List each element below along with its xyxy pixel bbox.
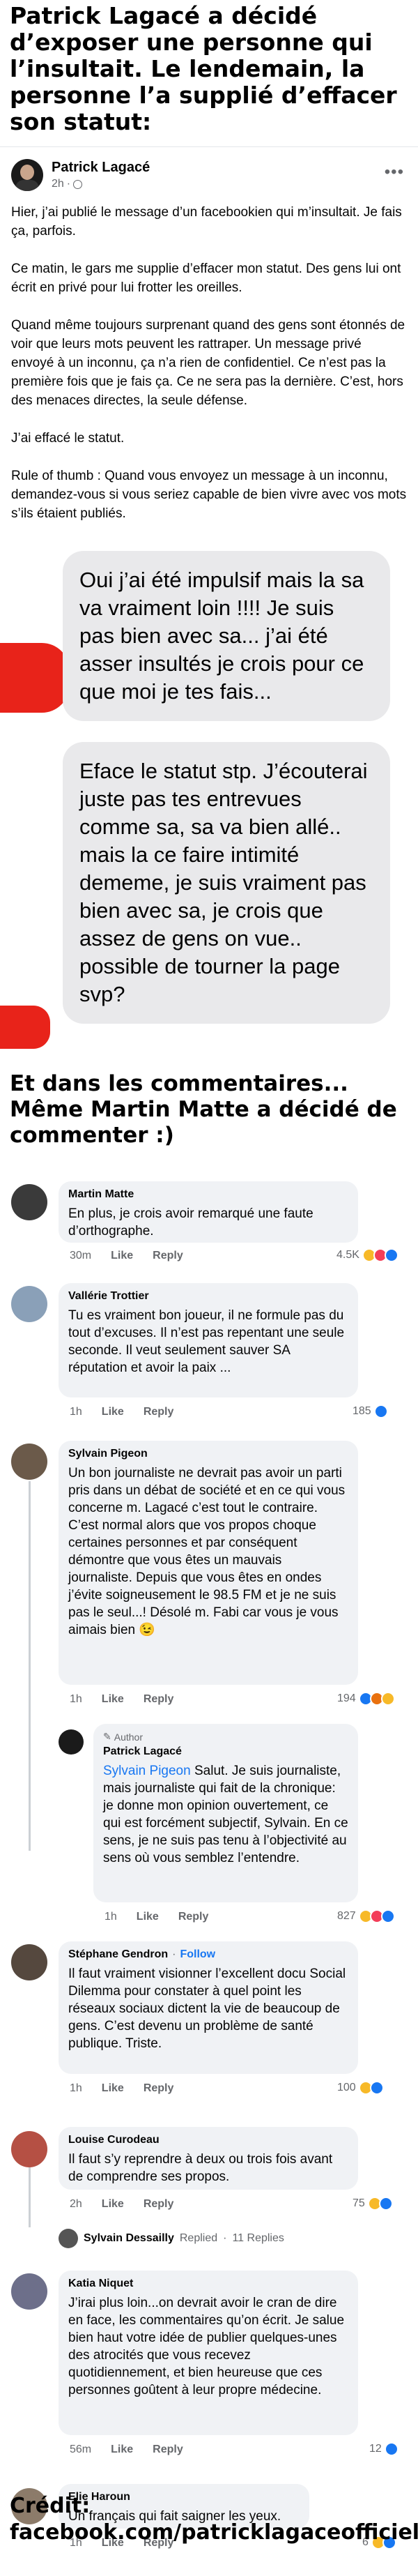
comment-text: En plus, je crois avoir remarqué une fau… [68, 1206, 314, 1238]
reaction-summary[interactable]: 827 [337, 1909, 395, 1923]
reaction-summary[interactable]: 100 [337, 2081, 384, 2095]
comment-text: J’irai plus loin...on devrait avoir le c… [68, 2296, 345, 2397]
like-button[interactable]: Like [111, 2444, 133, 2456]
comment-time[interactable]: 1h [70, 2082, 82, 2095]
comment-text: Tu es vraiment bon joueur, il ne formule… [68, 1308, 345, 1375]
reply-button[interactable]: Reply [144, 2082, 174, 2095]
like-icon [369, 2081, 384, 2095]
redaction-mark [0, 643, 70, 713]
like-button[interactable]: Like [111, 1250, 133, 1262]
reaction-summary[interactable]: 185 [353, 1404, 388, 1418]
comment-time[interactable]: 1h [70, 1406, 82, 1418]
comment-time[interactable]: 1h [104, 1911, 117, 1923]
like-icon [373, 1404, 388, 1418]
reaction-summary[interactable]: 12 [369, 2442, 398, 2456]
like-button[interactable]: Like [102, 2198, 124, 2211]
like-icon [380, 1909, 395, 1923]
redaction-mark [0, 1006, 50, 1049]
credit-footer: Crédit: facebook.com/patricklagaceoffici… [10, 2494, 418, 2545]
comment-text: Il faut vraiment visionner l’excellent d… [68, 1967, 346, 2051]
post-paragraph: Quand même toujours surprenant quand des… [11, 318, 405, 408]
author-avatar[interactable] [11, 159, 43, 191]
post-paragraph: Rule of thumb : Quand vous envoyez un me… [11, 469, 407, 521]
avatar[interactable] [11, 2273, 47, 2310]
like-button[interactable]: Like [102, 2082, 124, 2095]
avatar[interactable] [11, 1444, 47, 1480]
commenter-name[interactable]: Louise Curodeau [68, 2134, 348, 2146]
comment-time[interactable]: 1h [70, 1693, 82, 1706]
commenter-name[interactable]: Katia Niquet [68, 2278, 348, 2290]
commenter-name[interactable]: Sylvain Pigeon [68, 1448, 348, 1460]
wink-emoji: 😉 [139, 1623, 156, 1637]
commenter-name[interactable]: Patrick Lagacé [103, 1745, 348, 1758]
comment-text: Salut. Je suis journaliste, mais journal… [103, 1764, 348, 1865]
post-author-name[interactable]: Patrick Lagacé [52, 160, 150, 176]
like-button[interactable]: Like [137, 1911, 159, 1923]
post-timestamp[interactable]: 2h [52, 178, 64, 190]
reply-button[interactable]: Reply [153, 1250, 183, 1262]
more-options-icon[interactable]: ••• [385, 162, 404, 182]
reply-button[interactable]: Reply [144, 2198, 174, 2211]
pen-icon: ✎ [103, 1731, 111, 1742]
view-replies-link[interactable]: Sylvain Dessailly Replied · 11 Replies [59, 2229, 284, 2248]
comment-time[interactable]: 2h [70, 2198, 82, 2211]
like-icon [384, 2442, 398, 2456]
author-badge: Author [114, 1731, 143, 1743]
like-button[interactable]: Like [102, 1693, 124, 1706]
reply-button[interactable]: Reply [144, 1693, 174, 1706]
avatar [59, 2229, 78, 2248]
post-paragraph: J’ai effacé le statut. [11, 431, 125, 446]
comment-time[interactable]: 30m [70, 1250, 91, 1262]
private-messages: Oui j’ai été impulsif mais la sa va vrai… [0, 538, 418, 1061]
reply-button[interactable]: Reply [144, 1406, 174, 1418]
globe-icon [73, 179, 83, 189]
reaction-summary[interactable]: 194 [337, 1692, 395, 1706]
like-icon [384, 1248, 398, 1262]
follow-button[interactable]: Follow [180, 1948, 215, 1961]
avatar[interactable] [59, 1729, 84, 1755]
reaction-summary[interactable]: 4.5K [336, 1248, 398, 1262]
avatar[interactable] [11, 1286, 47, 1322]
thread-line [29, 1481, 31, 1851]
post-header: Patrick Lagacé 2h · ••• [11, 147, 407, 203]
reply-button[interactable]: Reply [153, 2444, 183, 2456]
post-paragraph: Ce matin, le gars me supplie d’effacer m… [11, 262, 401, 295]
facebook-post: Patrick Lagacé 2h · ••• Hier, j’ai publi… [0, 146, 418, 523]
mention-link[interactable]: Sylvain Pigeon [103, 1764, 191, 1778]
avatar[interactable] [11, 1944, 47, 1980]
avatar[interactable] [11, 2131, 47, 2167]
comment-text: Il faut s’y reprendre à deux ou trois fo… [68, 2152, 333, 2184]
top-heading: Patrick Lagacé a décidé d’exposer une pe… [10, 2, 397, 135]
reaction-summary[interactable]: 75 [353, 2197, 393, 2211]
post-paragraph: Hier, j’ai publié le message d’un facebo… [11, 205, 402, 238]
like-button[interactable]: Like [102, 1406, 124, 1418]
haha-icon [380, 1692, 395, 1706]
avatar[interactable] [11, 1184, 47, 1220]
commenter-name[interactable]: Stéphane Gendron [68, 1948, 168, 1961]
comment-time[interactable]: 56m [70, 2444, 91, 2456]
comments-section: Martin Matte En plus, je crois avoir rem… [0, 1181, 418, 2576]
message-bubble: Oui j’ai été impulsif mais la sa va vrai… [63, 551, 390, 721]
mid-heading: Et dans les commentaires... Même Martin … [10, 1071, 397, 1148]
post-body: Hier, j’ai publié le message d’un facebo… [11, 203, 407, 523]
reply-button[interactable]: Reply [178, 1911, 209, 1923]
thread-line [29, 2166, 31, 2227]
message-bubble: Eface le statut stp. J’écouterai juste p… [63, 742, 390, 1024]
commenter-name[interactable]: Vallérie Trottier [68, 1290, 348, 1303]
comment-text: Un bon journaliste ne devrait pas avoir … [68, 1466, 346, 1637]
commenter-name[interactable]: Martin Matte [68, 1188, 348, 1201]
like-icon [378, 2197, 393, 2211]
